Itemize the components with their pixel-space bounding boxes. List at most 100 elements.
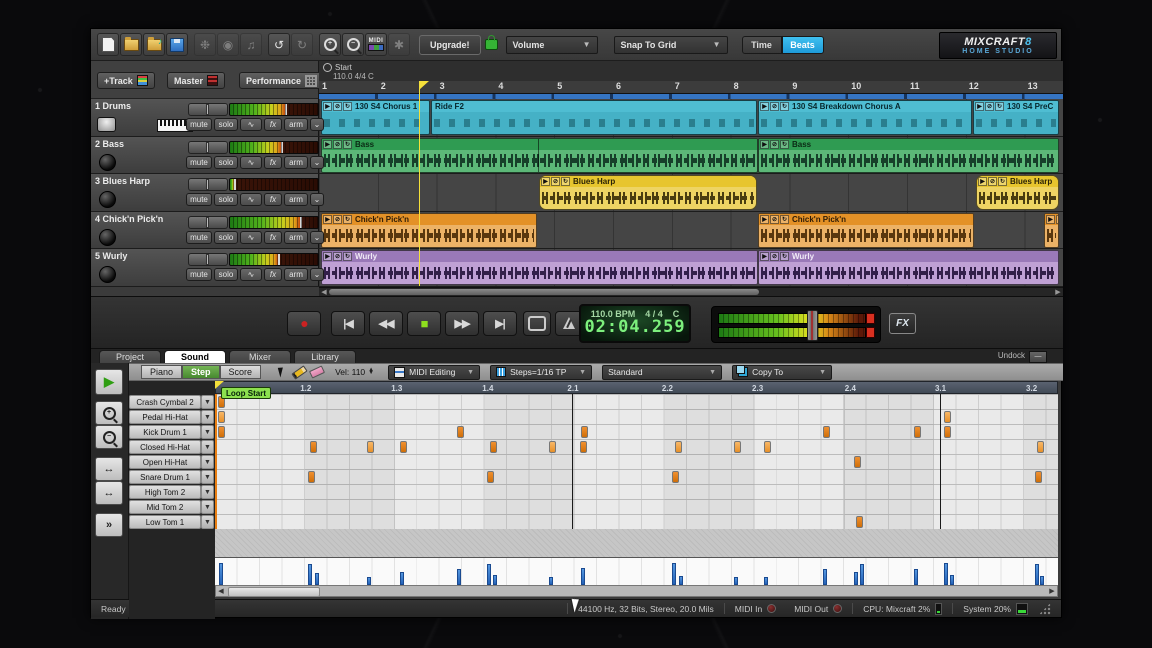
zoom-out-icon[interactable]: − [342, 33, 364, 56]
timeline-hscrollbar[interactable]: ◀ ▶ [319, 287, 1063, 296]
drum-row-label[interactable]: Open Hi-Hat [129, 455, 201, 469]
clip-header[interactable]: ▶⊘↻Blues Harp [977, 176, 1058, 187]
steps-1-16-tp-dropdown[interactable]: Steps=1/16 TP▼ [490, 365, 592, 380]
fit-horizontal-button[interactable]: ↔ [95, 457, 123, 481]
audio-clip[interactable]: ▶⊘↻Bass [321, 138, 758, 173]
drum-row-label[interactable]: Pedal Hi-Hat [129, 410, 201, 424]
select-tool-button[interactable] [273, 365, 289, 380]
clip-play-icon[interactable]: ▶ [760, 102, 769, 111]
clip-header[interactable]: ▶⊘↻Blues Harp [540, 176, 756, 187]
step-note[interactable] [549, 441, 556, 453]
velocity-bar[interactable] [914, 569, 918, 585]
clip-loop-icon[interactable]: ↻ [998, 177, 1007, 186]
track-fader[interactable] [188, 253, 228, 266]
step-note[interactable] [218, 411, 225, 423]
zoom-in-button[interactable]: + [95, 401, 123, 425]
track-options-chevron[interactable]: ⌄ [310, 156, 324, 169]
clip-play-icon[interactable]: ▶ [323, 252, 332, 261]
track-options-chevron[interactable]: ⌄ [310, 118, 324, 131]
mode-step-button[interactable]: Step [182, 365, 220, 379]
step-note[interactable] [490, 441, 497, 453]
undo-icon[interactable]: ↺ [268, 33, 290, 56]
upgrade-button[interactable]: Upgrade! [419, 35, 481, 55]
import-audio-icon[interactable]: ♪ [143, 33, 165, 56]
track-header[interactable]: 3 Blues Harpmutesolo∿fxarm⌄ [91, 174, 319, 211]
step-note[interactable] [944, 411, 951, 423]
clip-mute-icon[interactable]: ⊘ [770, 140, 779, 149]
record-button[interactable]: ● [287, 311, 321, 336]
track-header[interactable]: 5 Wurlymutesolo∿fxarm⌄ [91, 249, 319, 286]
velocity-bar[interactable] [672, 563, 676, 585]
tab-sound[interactable]: Sound [164, 350, 226, 363]
step-note[interactable] [400, 441, 407, 453]
envelope-button[interactable]: ∿ [240, 231, 262, 244]
envelope-button[interactable]: ∿ [240, 193, 262, 206]
clip-loop-icon[interactable]: ↻ [780, 215, 789, 224]
step-note[interactable] [487, 471, 494, 483]
fit-selection-button[interactable]: ↔ [95, 481, 123, 505]
time-mode-button[interactable]: Time [742, 36, 782, 54]
clip-play-icon[interactable]: ▶ [760, 140, 769, 149]
mute-button[interactable]: mute [186, 156, 212, 169]
chevron-down-icon[interactable]: ▼ [201, 515, 214, 529]
clip-loop-icon[interactable]: ↻ [343, 215, 352, 224]
track-header[interactable]: 4 Chick'n Pick'nmutesolo∿fxarm⌄ [91, 212, 319, 249]
expand-button[interactable]: » [95, 513, 123, 537]
undock-label[interactable]: Undock [998, 351, 1025, 360]
midi-editing-dropdown[interactable]: MIDI Editing▼ [388, 365, 480, 380]
scroll-right-icon[interactable]: ▶ [1047, 587, 1057, 596]
chevron-down-icon[interactable]: ▼ [201, 425, 214, 439]
go-to-end-button[interactable]: ▶| [483, 311, 517, 336]
track-header[interactable]: 2 Bassmutesolo∿fxarm⌄ [91, 137, 319, 174]
clip-loop-icon[interactable]: ↻ [780, 252, 789, 261]
step-note[interactable] [308, 471, 315, 483]
step-note[interactable] [580, 441, 587, 453]
performance-button[interactable]: Performance [239, 72, 324, 89]
clip-mute-icon[interactable]: ⊘ [333, 102, 342, 111]
mute-button[interactable]: mute [186, 193, 212, 206]
audio-clip[interactable]: ▶⊘↻130 S4 Chorus 1 [321, 100, 430, 135]
audio-clip[interactable]: ▶⊘↻ [1044, 213, 1059, 248]
velocity-bar[interactable] [549, 577, 553, 585]
track-fader[interactable] [188, 216, 228, 229]
clip-header[interactable]: ▶⊘↻130 S4 PreC [974, 101, 1058, 112]
audio-clip[interactable]: ▶⊘↻Bass [758, 138, 1059, 173]
audio-clip[interactable]: ▶⊘↻Chick'n Pick'n [758, 213, 974, 248]
zoom-out-button[interactable]: − [95, 425, 123, 449]
clip-mute-icon[interactable]: ⊘ [770, 252, 779, 261]
velocity-bar[interactable] [308, 564, 312, 585]
audio-clip[interactable]: ▶⊘↻Chick'n Pick'n [321, 213, 537, 248]
audio-clip[interactable]: ▶⊘↻Wurly [758, 250, 1059, 285]
velocity-bar[interactable] [944, 563, 948, 585]
marker-lane[interactable]: Start 110.0 4/4 C [319, 61, 1063, 82]
clip-play-icon[interactable]: ▶ [323, 102, 332, 111]
step-note[interactable] [823, 426, 830, 438]
velocity-bar[interactable] [315, 573, 319, 585]
tab-project[interactable]: Project [99, 350, 161, 363]
arm-button[interactable]: arm [284, 193, 308, 206]
track-header[interactable]: 1 Drumsmutesolo∿fxarm⌄ [91, 99, 319, 136]
track-fader[interactable] [188, 141, 228, 154]
envelope-button[interactable]: ∿ [240, 268, 262, 281]
velocity-bar[interactable] [400, 572, 404, 585]
clip-header[interactable]: ▶⊘↻Chick'n Pick'n [759, 214, 973, 225]
clip-header[interactable]: ▶⊘↻130 S4 Breakdown Chorus A [759, 101, 971, 112]
velocity-bar[interactable] [219, 563, 223, 585]
clip-mute-icon[interactable]: ⊘ [1056, 215, 1058, 224]
automation-type-dropdown[interactable]: Volume ▼ [506, 36, 598, 54]
stop-button[interactable]: ■ [407, 311, 441, 336]
loop-start-flag[interactable] [215, 381, 224, 389]
step-note[interactable] [914, 426, 921, 438]
velocity-bar[interactable] [679, 576, 683, 585]
clip-play-icon[interactable]: ▶ [541, 177, 550, 186]
arm-button[interactable]: arm [284, 268, 308, 281]
velocity-bar[interactable] [950, 575, 954, 585]
minimize-panel-button[interactable]: — [1029, 351, 1047, 363]
audio-clip[interactable]: Ride F2 [431, 100, 757, 135]
velocity-bar[interactable] [581, 568, 585, 585]
clip-mute-icon[interactable]: ⊘ [985, 102, 994, 111]
clip-header[interactable]: ▶⊘↻Bass [759, 139, 1058, 150]
drum-row-label[interactable]: Mid Tom 2 [129, 500, 201, 514]
fx-button[interactable]: fx [264, 268, 282, 281]
velocity-bar[interactable] [1035, 564, 1039, 585]
